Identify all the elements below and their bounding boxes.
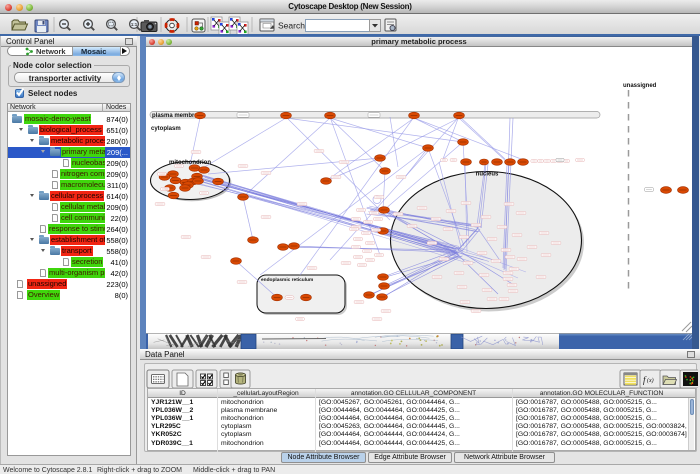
svg-text:nucleus: nucleus	[476, 172, 499, 178]
svg-text:Search:: Search:	[278, 21, 307, 31]
svg-text:(x): (x)	[647, 377, 654, 384]
svg-text:endoplasmic reticulum: endoplasmic reticulum	[261, 277, 313, 283]
svg-text:unassigned: unassigned	[623, 83, 657, 89]
svg-text:cytoplasm: cytoplasm	[151, 126, 181, 132]
svg-text:1:1: 1:1	[131, 22, 138, 27]
